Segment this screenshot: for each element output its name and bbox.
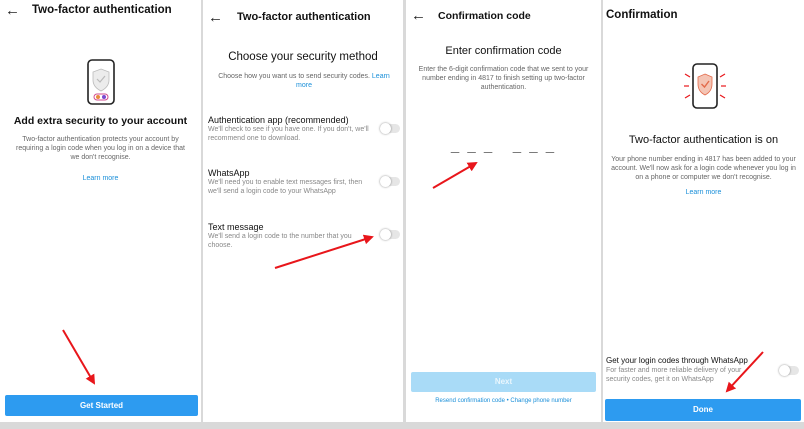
success-description: Your phone number ending in 4817 has bee… bbox=[611, 156, 796, 181]
code-instructions: Enter the 6-digit confirmation code that… bbox=[418, 66, 589, 91]
learn-more-link[interactable]: Learn more bbox=[603, 188, 804, 197]
phone-shield-icon bbox=[87, 59, 115, 105]
option-whatsapp-title[interactable]: WhatsApp bbox=[208, 168, 250, 178]
whatsapp-toggle[interactable] bbox=[779, 365, 799, 376]
option-text-message-title[interactable]: Text message bbox=[208, 222, 264, 232]
code-heading: Enter confirmation code bbox=[445, 45, 562, 57]
option-auth-app-desc: We'll check to see if you have one. If y… bbox=[208, 126, 369, 142]
option-text-message-desc: We'll send a login code to the number th… bbox=[208, 233, 352, 249]
whatsapp-toggle[interactable] bbox=[380, 176, 400, 187]
option-auth-app-title[interactable]: Authentication app (recommended) bbox=[208, 115, 349, 125]
resend-code-link[interactable]: Resend confirmation code bbox=[435, 398, 505, 404]
whatsapp-option-title[interactable]: Get your login codes through WhatsApp bbox=[606, 356, 748, 365]
screen-title: Confirmation code bbox=[438, 10, 531, 22]
get-started-button[interactable]: Get Started bbox=[5, 395, 198, 416]
intro-description: Two-factor authentication protects your … bbox=[16, 136, 185, 161]
done-button[interactable]: Done bbox=[605, 399, 801, 421]
screen-intro: ← Two-factor authentication Add extra se… bbox=[0, 0, 201, 422]
screen-title: Two-factor authentication bbox=[32, 4, 172, 16]
method-subtitle-text: Choose how you want us to send security … bbox=[218, 73, 370, 80]
intro-heading: Add extra security to your account bbox=[13, 115, 188, 127]
success-heading: Two-factor authentication is on bbox=[628, 134, 779, 146]
link-separator: • bbox=[506, 398, 509, 404]
method-subtitle: Choose how you want us to send security … bbox=[215, 72, 393, 90]
screen-title: Confirmation bbox=[606, 9, 678, 21]
screen-confirmation-code: ← Confirmation code Enter confirmation c… bbox=[406, 0, 601, 422]
confirmation-code-input[interactable]: _ _ _ _ _ _ bbox=[406, 138, 601, 155]
change-phone-link[interactable]: Change phone number bbox=[510, 398, 571, 404]
next-button[interactable]: Next bbox=[411, 372, 596, 392]
screen-choose-method: ← Two-factor authentication Choose your … bbox=[203, 0, 403, 422]
auth-app-toggle[interactable] bbox=[380, 123, 400, 134]
whatsapp-option-desc: For faster and more reliable delivery of… bbox=[606, 367, 742, 383]
code-footer-links: Resend confirmation code • Change phone … bbox=[406, 398, 601, 404]
text-message-toggle[interactable] bbox=[380, 229, 400, 240]
back-arrow-icon[interactable]: ← bbox=[411, 8, 426, 23]
method-heading: Choose your security method bbox=[228, 51, 378, 63]
back-arrow-icon[interactable]: ← bbox=[5, 3, 20, 18]
learn-more-link[interactable]: Learn more bbox=[0, 174, 201, 183]
back-arrow-icon[interactable]: ← bbox=[208, 10, 223, 25]
option-whatsapp-desc: We'll need you to enable text messages f… bbox=[208, 179, 363, 195]
screen-confirmation: Confirmation Two-factor authentication i… bbox=[603, 0, 804, 422]
phone-shield-check-icon bbox=[684, 63, 726, 109]
screen-title: Two-factor authentication bbox=[237, 11, 371, 23]
